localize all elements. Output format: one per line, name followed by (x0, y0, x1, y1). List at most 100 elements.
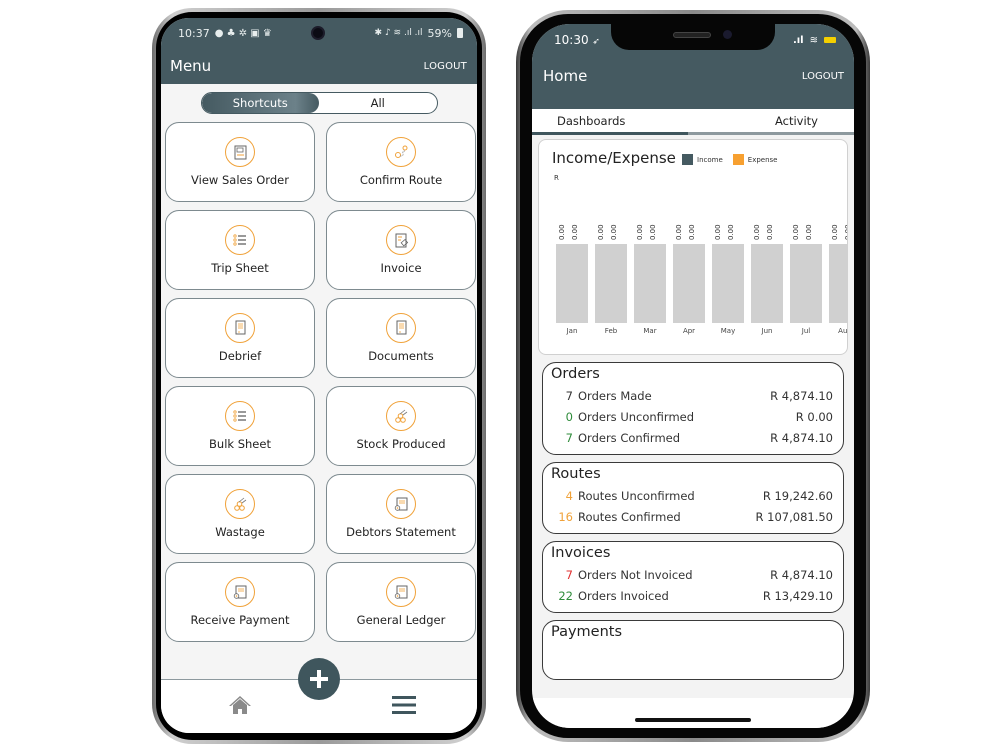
shortcut-label: Trip Sheet (211, 261, 269, 275)
orders-row[interactable]: 7 Orders Confirmed R 4,874.10 (551, 427, 833, 448)
stat-count: 22 (558, 588, 573, 603)
value-label-income: 0.00 (597, 224, 605, 240)
plus-icon (310, 670, 328, 688)
shortcut-confirm-route[interactable]: Confirm Route (326, 122, 476, 202)
speaker (673, 32, 711, 38)
add-button[interactable] (298, 658, 340, 700)
logout-button[interactable]: LOGOUT (424, 61, 467, 72)
stat-label: Routes Confirmed (578, 509, 681, 524)
shortcut-label: Wastage (215, 525, 265, 539)
value-label-expense: 0.00 (610, 224, 618, 240)
orders-title: Orders (551, 366, 600, 382)
bottom-nav (161, 658, 477, 733)
income-expense-chart: R 0.00 0.00 Jan 0.00 0.00 Feb 0.00 0.00 Mar 0.00 0.… (538, 139, 848, 355)
tab-dashboards[interactable]: Dashboards (532, 109, 688, 132)
value-label-income: 0.00 (792, 224, 800, 240)
routes-row[interactable]: 4 Routes Unconfirmed R 19,242.60 (551, 485, 833, 506)
hamburger-icon (392, 696, 416, 714)
stat-amount: R 107,081.50 (755, 509, 834, 524)
orders-row[interactable]: 7 Orders Made R 4,874.10 (551, 385, 833, 406)
routes-row[interactable]: 16 Routes Confirmed R 107,081.50 (551, 506, 833, 527)
stat-count: 7 (565, 430, 573, 445)
shortcuts-all-toggle[interactable]: Shortcuts All (200, 92, 438, 114)
statement-icon (386, 577, 416, 607)
shortcut-bulk-sheet[interactable]: Bulk Sheet (165, 386, 315, 466)
bar-mar[interactable] (634, 244, 666, 323)
iphone-screen: 10:30 ➶ .ıl ≋ Home LOGOUT Dashboards Act… (532, 24, 854, 728)
statement-icon (386, 489, 416, 519)
chart-legend: Income Expense (682, 154, 777, 165)
x-tick-label: Jan (566, 327, 578, 335)
invoices-card[interactable]: Invoices 7 Orders Not Invoiced R 4,874.10 2… (542, 541, 844, 613)
segment-all[interactable]: All (319, 93, 437, 113)
tab-activity[interactable]: Activity (688, 109, 855, 132)
bar-apr[interactable] (673, 244, 705, 323)
statement-icon (225, 577, 255, 607)
value-label-expense: 0.00 (844, 224, 847, 240)
shortcut-view-sales-order[interactable]: View Sales Order (165, 122, 315, 202)
battery-icon (824, 37, 836, 43)
sales-order-icon (225, 137, 255, 167)
pipes-icon (386, 401, 416, 431)
bar-jan[interactable] (556, 244, 588, 323)
stat-count: 0 (565, 409, 573, 424)
status-time: 10:37 (178, 26, 210, 40)
bar-feb[interactable] (595, 244, 627, 323)
shortcut-receive-payment[interactable]: Receive Payment (165, 562, 315, 642)
bar-jul[interactable] (790, 244, 822, 323)
value-label-income: 0.00 (558, 224, 566, 240)
shortcut-label: Documents (368, 349, 434, 363)
stat-count: 4 (565, 488, 573, 503)
shortcut-debtors-statement[interactable]: Debtors Statement (326, 474, 476, 554)
y-axis-label: R (554, 174, 559, 182)
value-label-income: 0.00 (714, 224, 722, 240)
legend-swatch-income (682, 154, 693, 165)
shortcut-debrief[interactable]: Debrief (165, 298, 315, 378)
shortcut-invoice[interactable]: Invoice (326, 210, 476, 290)
home-icon (229, 696, 251, 714)
ios-app-header: 10:30 ➶ .ıl ≋ Home LOGOUT (532, 24, 854, 109)
x-tick-label: Jun (761, 327, 773, 335)
payments-card[interactable]: Payments (542, 620, 844, 680)
shortcut-label: Invoice (380, 261, 422, 275)
android-screen: 10:37 ● ♣ ✲ ▣ ♛ ✱ ♪ ≋ .ıl .ıl 59% Menu L… (161, 18, 477, 733)
x-tick-label: Feb (605, 327, 618, 335)
stat-label: Orders Unconfirmed (578, 409, 695, 424)
bar-jun[interactable] (751, 244, 783, 323)
segment-shortcuts[interactable]: Shortcuts (201, 93, 319, 113)
x-tick-label: Apr (683, 327, 695, 335)
home-button[interactable] (228, 694, 252, 720)
shortcut-documents[interactable]: Documents (326, 298, 476, 378)
shortcut-trip-sheet[interactable]: Trip Sheet (165, 210, 315, 290)
orders-card[interactable]: Orders 7 Orders Made R 4,874.10 0 Orders Unc… (542, 362, 844, 455)
invoices-row[interactable]: 7 Orders Not Invoiced R 4,874.10 (551, 564, 833, 585)
routes-title: Routes (551, 466, 601, 482)
stat-label: Orders Invoiced (578, 588, 669, 603)
bar-may[interactable] (712, 244, 744, 323)
invoices-row[interactable]: 22 Orders Invoiced R 13,429.10 (551, 585, 833, 606)
pipes-icon (225, 489, 255, 519)
bar-aug[interactable] (829, 244, 847, 323)
orders-row[interactable]: 0 Orders Unconfirmed R 0.00 (551, 406, 833, 427)
route-icon (386, 137, 416, 167)
notification-icons: ● ♣ ✲ ▣ ♛ (214, 27, 272, 39)
shortcut-general-ledger[interactable]: General Ledger (326, 562, 476, 642)
payments-title: Payments (551, 624, 623, 640)
legend-label-expense: Expense (747, 155, 778, 164)
shortcut-stock-produced[interactable]: Stock Produced (326, 386, 476, 466)
logout-button[interactable]: LOGOUT (802, 71, 844, 82)
shortcut-label: Debtors Statement (346, 525, 456, 539)
routes-card[interactable]: Routes 4 Routes Unconfirmed R 19,242.60 16 R… (542, 462, 844, 534)
shortcut-wastage[interactable]: Wastage (165, 474, 315, 554)
value-label-expense: 0.00 (727, 224, 735, 240)
chart-title: Income/Expense (552, 149, 676, 167)
value-label-expense: 0.00 (688, 224, 696, 240)
value-label-expense: 0.00 (571, 224, 579, 240)
stat-amount: R 4,874.10 (770, 430, 833, 445)
shortcut-label: Debrief (218, 349, 262, 363)
front-camera (311, 26, 325, 40)
menu-button[interactable] (391, 694, 417, 720)
home-indicator[interactable] (635, 718, 751, 722)
invoices-title: Invoices (551, 545, 611, 561)
chart-canvas: R 0.00 0.00 Jan 0.00 0.00 Feb 0.00 0.00 Mar 0.00 0.… (554, 174, 847, 335)
